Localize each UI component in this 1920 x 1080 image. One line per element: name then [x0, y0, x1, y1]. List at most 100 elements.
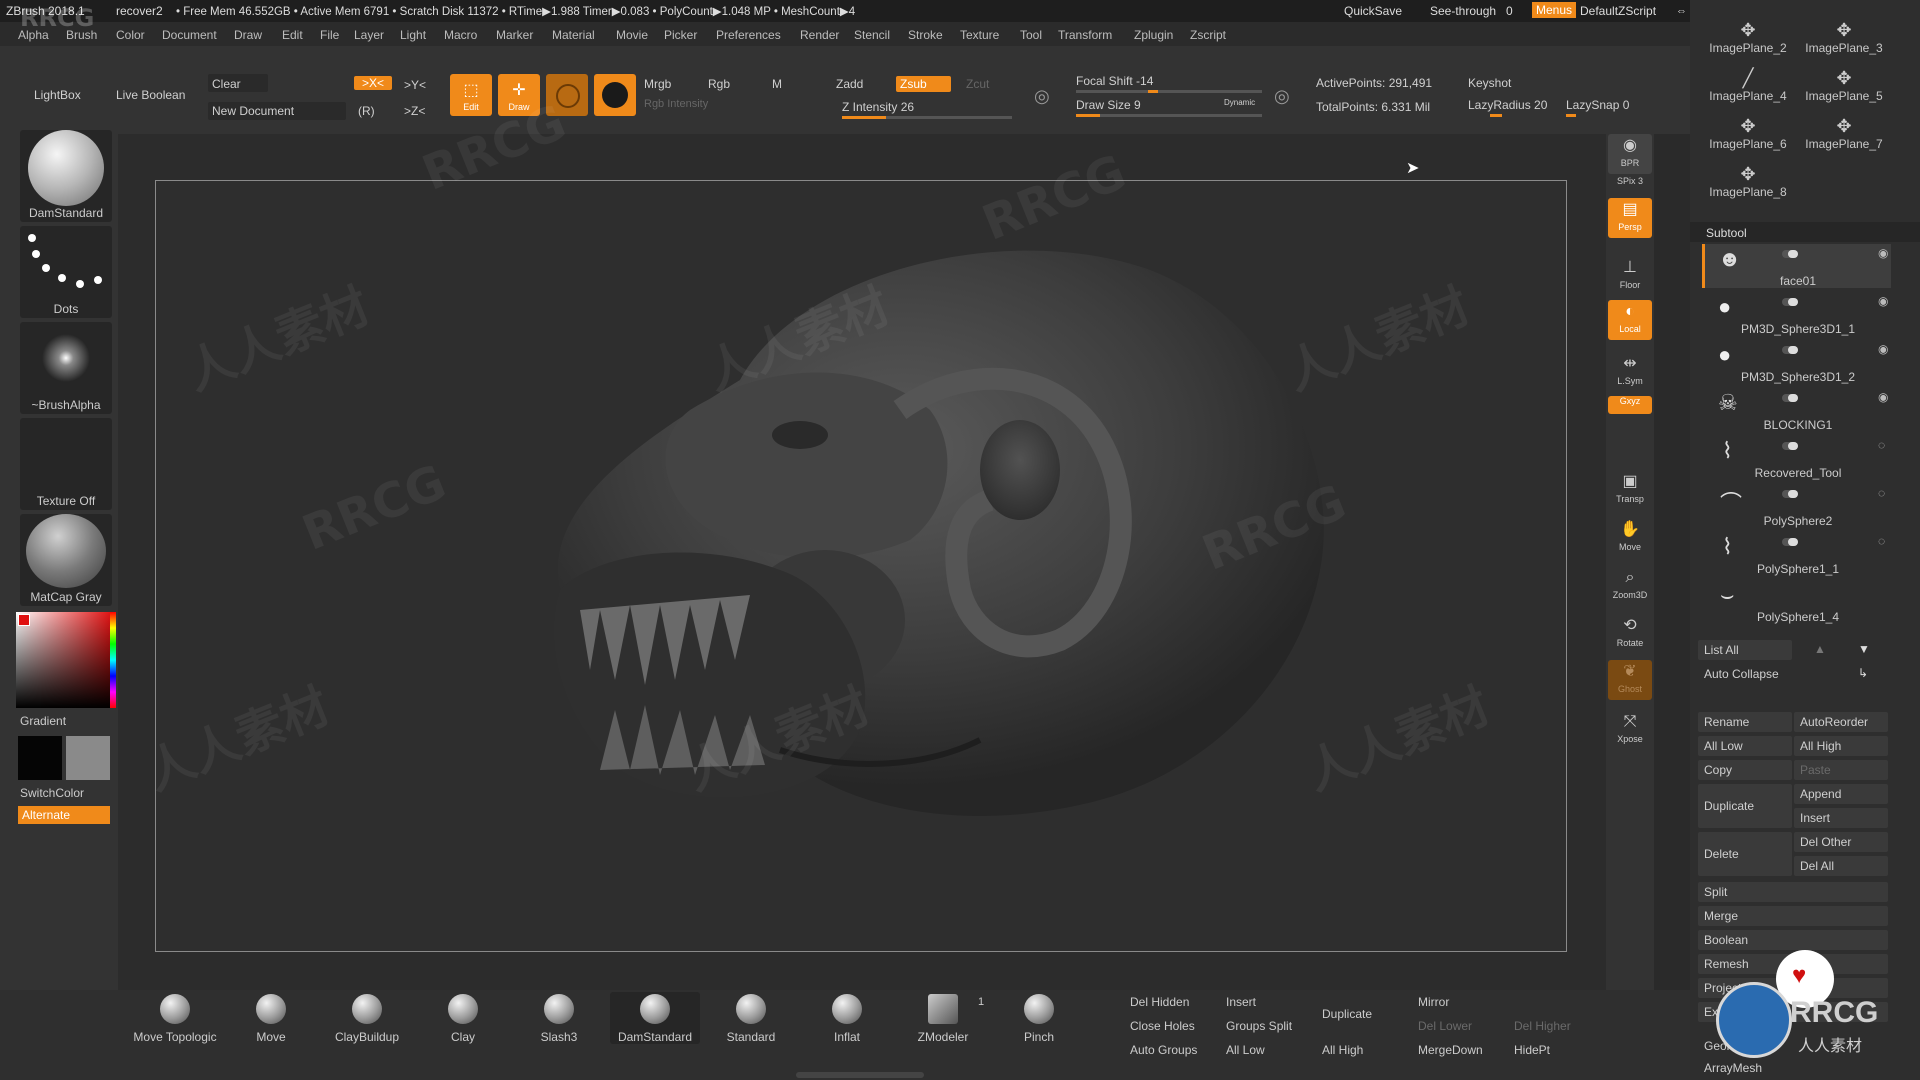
- imageplane-tool[interactable]: ✥ ImagePlane_2: [1700, 20, 1796, 68]
- radial-button[interactable]: (R): [358, 104, 375, 118]
- duplicate-button[interactable]: Duplicate: [1698, 784, 1792, 828]
- menu-stroke[interactable]: Stroke: [908, 28, 943, 42]
- subtool-toggle[interactable]: [1782, 394, 1798, 402]
- close-holes-button[interactable]: Close Holes: [1124, 1016, 1218, 1036]
- brush-zmodeler[interactable]: ZModeler: [898, 992, 988, 1044]
- groups-split-button[interactable]: Groups Split: [1220, 1016, 1314, 1036]
- brush-move[interactable]: Move: [226, 992, 316, 1044]
- stroke-selector[interactable]: Dots: [20, 226, 112, 318]
- subtool-item[interactable]: ☠ ◉ BLOCKING1: [1700, 388, 1896, 435]
- ghost-button[interactable]: ❦ Ghost: [1608, 660, 1652, 700]
- quicksave-button[interactable]: QuickSave: [1344, 4, 1402, 18]
- x-symmetry-button[interactable]: >X<: [354, 76, 393, 90]
- append-button[interactable]: Append: [1794, 784, 1888, 804]
- subtool-item[interactable]: ☻ ◉ face01: [1700, 244, 1896, 291]
- eye-icon[interactable]: ◉: [1878, 390, 1888, 404]
- imageplane-tool[interactable]: ✥ ImagePlane_7: [1796, 116, 1892, 164]
- subtool-header[interactable]: Subtool: [1690, 222, 1920, 242]
- eye-icon[interactable]: ◉: [1878, 246, 1888, 260]
- gradient-label[interactable]: Gradient: [20, 714, 66, 728]
- subtool-toggle[interactable]: [1782, 538, 1798, 546]
- color-picker[interactable]: [16, 612, 116, 708]
- menu-document[interactable]: Document: [162, 28, 217, 42]
- imageplane-tool[interactable]: ✥ ImagePlane_8: [1700, 164, 1796, 212]
- eye-icon[interactable]: ◌: [1878, 534, 1885, 548]
- focal-shift-thumb[interactable]: [1148, 90, 1158, 93]
- menu-material[interactable]: Material: [552, 28, 595, 42]
- spix-label[interactable]: SPix 3: [1608, 176, 1652, 192]
- menu-layer[interactable]: Layer: [354, 28, 384, 42]
- alpha-selector[interactable]: ~BrushAlpha: [20, 322, 112, 414]
- menu-file[interactable]: File: [320, 28, 339, 42]
- del-other-button[interactable]: Del Other: [1794, 832, 1888, 852]
- menu-movie[interactable]: Movie: [616, 28, 648, 42]
- focal-shift-track[interactable]: [1076, 90, 1262, 93]
- subtool-item[interactable]: ⌒ ◌ PolySphere2: [1700, 484, 1896, 531]
- draw-size-slider[interactable]: Draw Size 9: [1076, 98, 1141, 112]
- script-selector[interactable]: DefaultZScript: [1580, 4, 1656, 18]
- xpose-button[interactable]: ⤧ Xpose: [1608, 710, 1652, 750]
- all-low-button[interactable]: All Low: [1698, 736, 1792, 756]
- menu-color[interactable]: Color: [116, 28, 145, 42]
- arrow-down-icon[interactable]: ▼: [1858, 642, 1870, 656]
- alternate-button[interactable]: Alternate: [18, 806, 110, 824]
- all-low-bottom-button[interactable]: All Low: [1220, 1040, 1314, 1060]
- list-all-button[interactable]: List All: [1698, 640, 1792, 660]
- brush-move-topologic[interactable]: Move Topologic: [130, 992, 220, 1044]
- dynamic-icon[interactable]: ◎: [1274, 86, 1290, 107]
- menu-edit[interactable]: Edit: [282, 28, 303, 42]
- zadd-button[interactable]: Zadd: [836, 77, 863, 91]
- lazy-radius-slider[interactable]: LazyRadius 20: [1468, 98, 1547, 112]
- eye-icon[interactable]: ◉: [1878, 294, 1888, 308]
- duplicate-subtool-button[interactable]: Duplicate: [1316, 992, 1410, 1036]
- secondary-color-swatch[interactable]: [66, 736, 110, 780]
- boolean-button[interactable]: Boolean: [1698, 930, 1888, 950]
- see-through-value[interactable]: 0: [1506, 4, 1513, 18]
- focal-shift-slider[interactable]: Focal Shift -14: [1076, 74, 1153, 88]
- imageplane-tool[interactable]: ✥ ImagePlane_3: [1796, 20, 1892, 68]
- subtool-toggle[interactable]: [1782, 250, 1798, 258]
- live-boolean-button[interactable]: Live Boolean: [116, 88, 185, 102]
- m-button[interactable]: M: [772, 77, 782, 91]
- bpr-button[interactable]: ◉ BPR: [1608, 134, 1652, 174]
- z-symmetry-button[interactable]: >Z<: [404, 104, 425, 118]
- menu-draw[interactable]: Draw: [234, 28, 262, 42]
- subtool-toggle[interactable]: [1782, 298, 1798, 306]
- eye-icon[interactable]: ◌: [1878, 438, 1885, 452]
- menu-macro[interactable]: Macro: [444, 28, 477, 42]
- merge-button[interactable]: Merge: [1698, 906, 1888, 926]
- menu-zscript[interactable]: Zscript: [1190, 28, 1226, 42]
- subtool-toggle[interactable]: [1782, 442, 1798, 450]
- move-mode-button[interactable]: [546, 74, 588, 116]
- menus-button[interactable]: Menus: [1532, 2, 1577, 18]
- main-color-swatch[interactable]: [18, 736, 62, 780]
- rotate-button[interactable]: ⟲ Rotate: [1608, 614, 1652, 654]
- auto-groups-button[interactable]: Auto Groups: [1124, 1040, 1218, 1060]
- menu-transform[interactable]: Transform: [1058, 28, 1112, 42]
- floor-button[interactable]: ⊥ Floor: [1608, 256, 1652, 296]
- eye-icon[interactable]: ◉: [1878, 342, 1888, 356]
- menu-tool[interactable]: Tool: [1020, 28, 1042, 42]
- insert-mesh-button[interactable]: Insert: [1220, 992, 1314, 1012]
- zsub-button[interactable]: Zsub: [896, 76, 951, 92]
- menu-zplugin[interactable]: Zplugin: [1134, 28, 1173, 42]
- lightbox-button[interactable]: LightBox: [34, 88, 81, 102]
- rgb-button[interactable]: Rgb: [708, 77, 730, 91]
- menu-picker[interactable]: Picker: [664, 28, 697, 42]
- rgb-intensity-slider[interactable]: Rgb Intensity: [644, 98, 708, 110]
- mirror-button[interactable]: Mirror: [1412, 992, 1602, 1012]
- imageplane-tool[interactable]: ✥ ImagePlane_5: [1796, 68, 1892, 116]
- focal-shift-icon[interactable]: ◎: [1034, 86, 1050, 107]
- lsym-button[interactable]: ⇹ L.Sym: [1608, 352, 1652, 392]
- new-document-button[interactable]: New Document: [212, 104, 294, 118]
- arraymesh-section[interactable]: ArrayMesh: [1698, 1058, 1888, 1078]
- insert-button[interactable]: Insert: [1794, 808, 1888, 828]
- merge-down-button[interactable]: MergeDown: [1412, 1040, 1506, 1060]
- del-lower-button[interactable]: Del Lower: [1412, 1016, 1506, 1036]
- edit-button[interactable]: ⬚ Edit: [450, 74, 492, 116]
- arrow-up-icon[interactable]: ▲: [1814, 642, 1826, 656]
- split-button[interactable]: Split: [1698, 882, 1888, 902]
- del-higher-button[interactable]: Del Higher: [1508, 1016, 1602, 1036]
- zoom3d-button[interactable]: ⌕ Zoom3D: [1608, 566, 1652, 606]
- subtool-item[interactable]: ⌇ ◌ Recovered_Tool: [1700, 436, 1896, 483]
